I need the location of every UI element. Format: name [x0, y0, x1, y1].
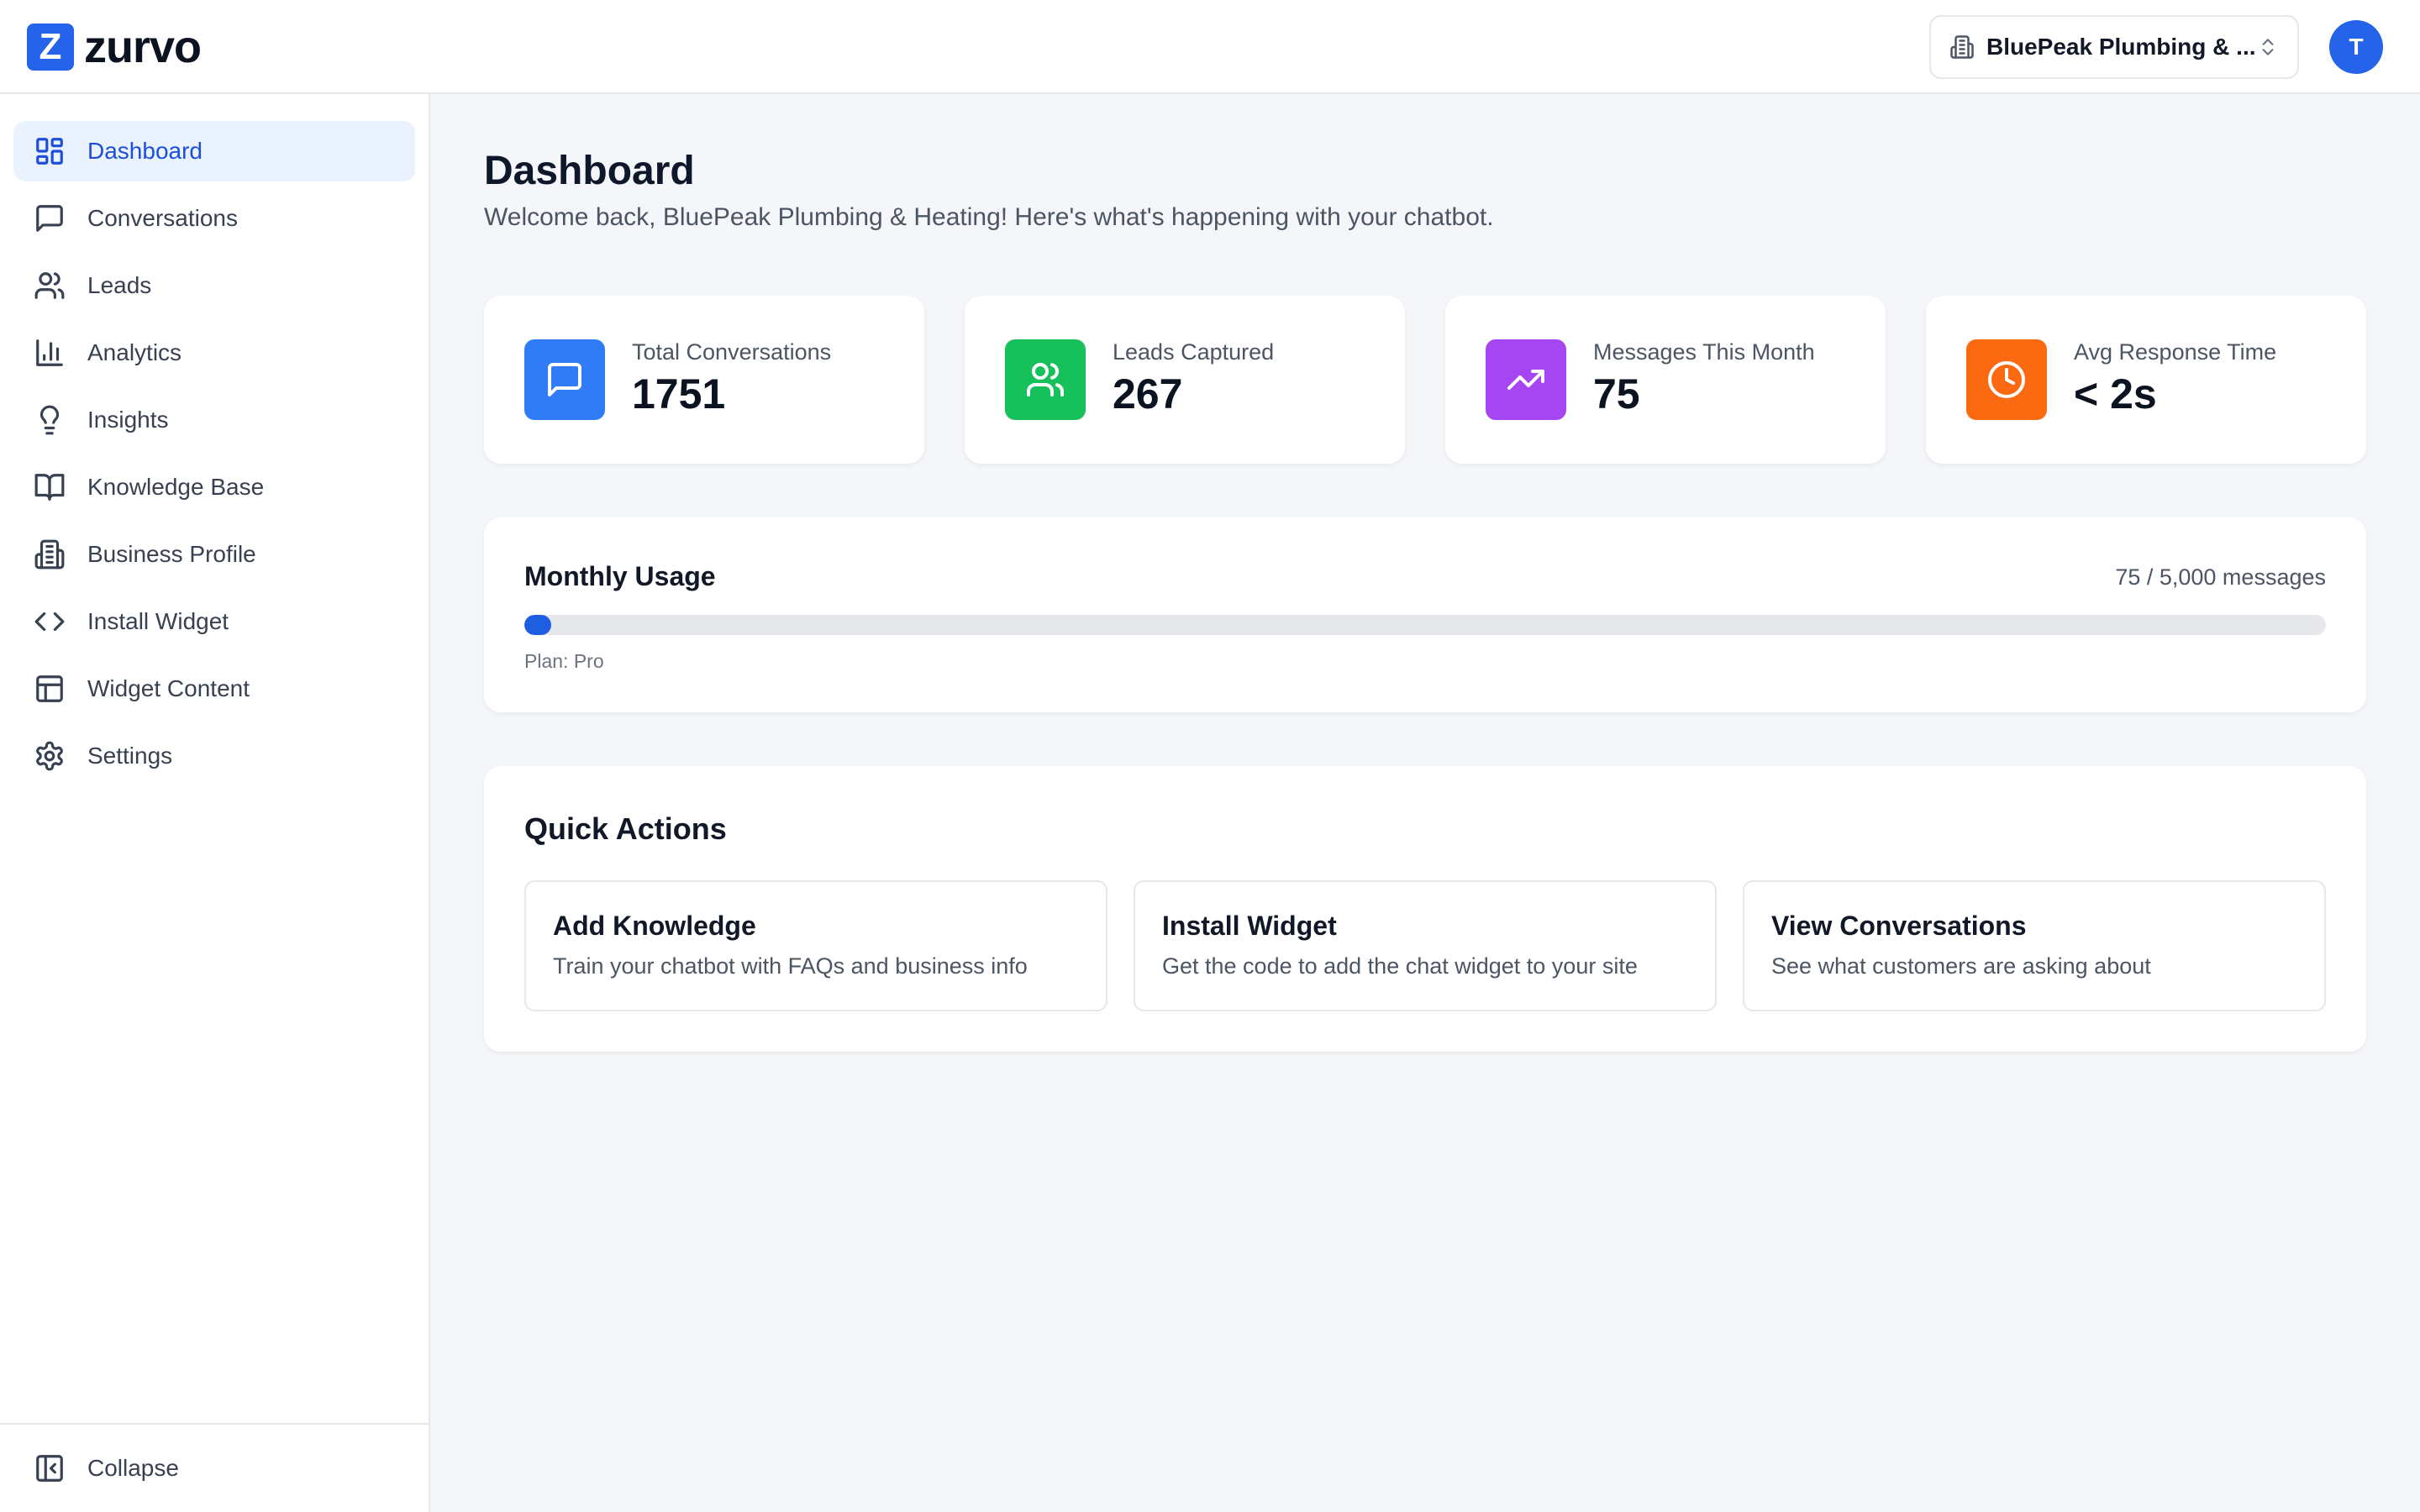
business-select[interactable]: BluePeak Plumbing & ... [1929, 15, 2299, 79]
layout-icon [36, 675, 63, 702]
bar-chart-icon [36, 339, 63, 366]
monthly-usage-card: Monthly Usage 75 / 5,000 messages Plan: … [484, 517, 2366, 712]
logo[interactable]: Z zurvo [27, 22, 202, 72]
message-square-icon [36, 205, 63, 232]
sidebar-item-label: Insights [87, 407, 169, 433]
users-icon [1027, 363, 1064, 396]
quick-action-desc: Train your chatbot with FAQs and busines… [553, 953, 1028, 979]
sidebar-item-settings[interactable]: Settings [13, 726, 415, 786]
sidebar-item-leads[interactable]: Leads [13, 255, 415, 316]
stat-value: 1751 [632, 370, 726, 417]
quick-action-title: Add Knowledge [553, 911, 756, 941]
trending-up-icon [1507, 370, 1544, 390]
stat-card-messages-this-month: Messages This Month 75 [1445, 296, 1886, 464]
usage-title: Monthly Usage [524, 561, 716, 591]
stat-label: Messages This Month [1593, 339, 1815, 365]
stat-card-leads-captured: Leads Captured 267 [965, 296, 1405, 464]
sidebar-item-dashboard[interactable]: Dashboard [13, 121, 415, 181]
quick-actions-card: Quick Actions Add Knowledge Train your c… [484, 766, 2366, 1052]
quick-actions-title: Quick Actions [524, 811, 727, 846]
quick-action-install-widget[interactable]: Install Widget Get the code to add the c… [1134, 880, 1717, 1011]
main-content: Dashboard Welcome back, BluePeak Plumbin… [430, 94, 2420, 1512]
clock-icon [1988, 361, 2025, 398]
layout-dashboard-icon [36, 138, 63, 165]
sidebar-nav: Dashboard Conversations Leads Analytics … [13, 121, 415, 793]
quick-action-view-conversations[interactable]: View Conversations See what customers ar… [1743, 880, 2326, 1011]
usage-progress-bar [524, 615, 2326, 635]
collapse-label: Collapse [87, 1455, 179, 1481]
gear-icon [36, 741, 63, 771]
code-icon [34, 612, 65, 632]
logo-mark: Z [27, 24, 74, 71]
sidebar-item-label: Analytics [87, 339, 182, 365]
building-icon [34, 539, 65, 570]
stat-card-total-conversations: Total Conversations 1751 [484, 296, 924, 464]
lightbulb-icon [39, 405, 60, 435]
stat-card-avg-response-time: Avg Response Time < 2s [1926, 296, 2366, 464]
sidebar-item-label: Install Widget [87, 608, 229, 634]
stat-label: Leads Captured [1113, 339, 1275, 365]
sidebar: Dashboard Conversations Leads Analytics … [0, 94, 430, 1512]
quick-action-desc: Get the code to add the chat widget to y… [1162, 953, 1638, 979]
page-title: Dashboard [484, 149, 695, 193]
sidebar-item-insights[interactable]: Insights [13, 390, 415, 450]
sidebar-item-widget-content[interactable]: Widget Content [13, 659, 415, 719]
stat-icon-box [1005, 339, 1086, 420]
sidebar-item-label: Conversations [87, 205, 238, 231]
sidebar-item-analytics[interactable]: Analytics [13, 323, 415, 383]
quick-action-title: Install Widget [1162, 911, 1337, 941]
top-header: Z zurvo BluePeak Plumbing & ... T [0, 0, 2420, 94]
sidebar-item-label: Knowledge Base [87, 474, 265, 500]
sidebar-item-label: Leads [87, 272, 152, 298]
usage-plan: Plan: Pro [524, 650, 604, 672]
usage-count: 75 / 5,000 messages [2115, 564, 2326, 590]
business-select-value: BluePeak Plumbing & ... [1986, 34, 2256, 60]
stat-value: 267 [1113, 370, 1183, 417]
collapse-button[interactable]: Collapse [0, 1423, 429, 1512]
stat-icon-box [1486, 339, 1566, 420]
quick-action-add-knowledge[interactable]: Add Knowledge Train your chatbot with FA… [524, 880, 1107, 1011]
sidebar-item-label: Settings [87, 743, 173, 769]
quick-action-desc: See what customers are asking about [1771, 953, 2151, 979]
user-avatar[interactable]: T [2329, 20, 2383, 74]
sidebar-item-conversations[interactable]: Conversations [13, 188, 415, 249]
sidebar-item-knowledge-base[interactable]: Knowledge Base [13, 457, 415, 517]
sidebar-item-label: Dashboard [87, 138, 203, 164]
page-subtitle: Welcome back, BluePeak Plumbing & Heatin… [484, 203, 1494, 231]
sidebar-item-label: Widget Content [87, 675, 250, 701]
building-icon [1950, 35, 1974, 59]
sidebar-item-install-widget[interactable]: Install Widget [13, 591, 415, 652]
stat-label: Total Conversations [632, 339, 832, 365]
message-square-icon [548, 363, 581, 396]
logo-text: zurvo [84, 22, 202, 72]
stat-label: Avg Response Time [2074, 339, 2277, 365]
stat-value: 75 [1593, 370, 1640, 417]
usage-progress-fill [524, 615, 552, 635]
sidebar-item-label: Business Profile [87, 541, 256, 567]
panel-left-close-icon [36, 1455, 63, 1482]
quick-action-title: View Conversations [1771, 911, 2027, 941]
stat-icon-box [524, 339, 605, 420]
sidebar-item-business-profile[interactable]: Business Profile [13, 524, 415, 585]
chevrons-up-down-icon [2262, 39, 2274, 55]
book-open-icon [34, 474, 65, 501]
stat-icon-box [1966, 339, 2047, 420]
users-icon [34, 272, 65, 299]
stat-value: < 2s [2074, 370, 2157, 417]
